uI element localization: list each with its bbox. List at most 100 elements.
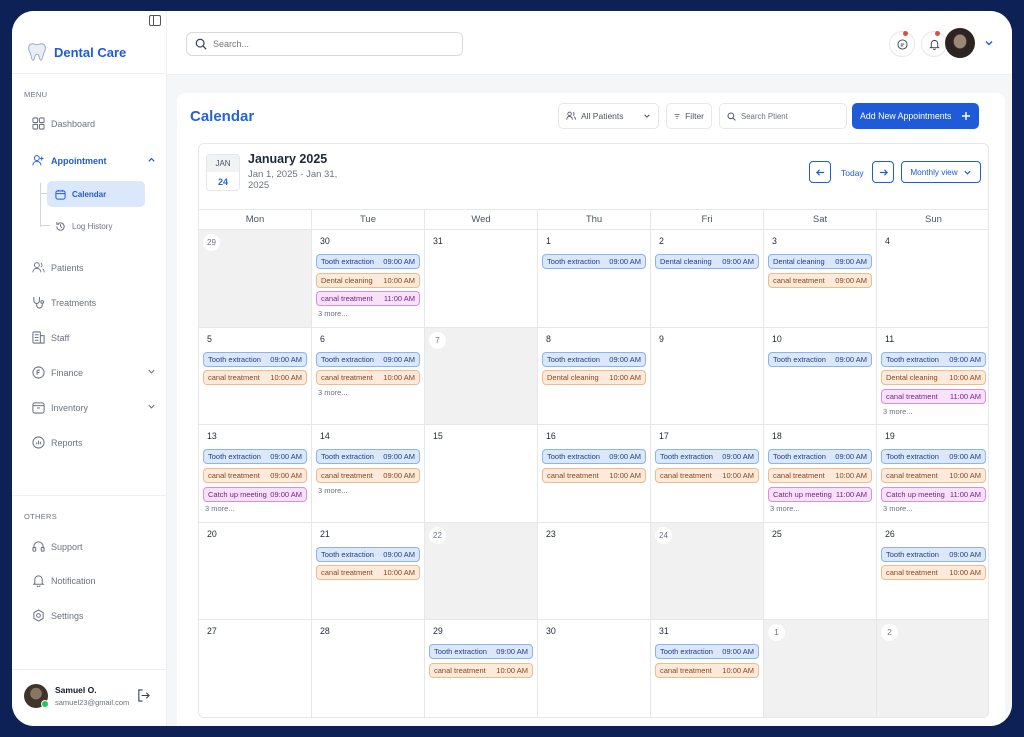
day-cell[interactable]: 1 bbox=[764, 620, 877, 717]
appointment-event[interactable]: canal treatment 10:00 AM bbox=[542, 467, 646, 483]
sidebar-item-reports[interactable]: Reports bbox=[32, 436, 152, 449]
appointment-event[interactable]: canal treatment 09:00 AM bbox=[316, 467, 420, 483]
day-cell[interactable]: 16 Tooth extraction 09:00 AM canal treatmen… bbox=[538, 425, 651, 522]
appointment-event[interactable]: Tooth extraction 09:00 AM bbox=[768, 351, 872, 367]
day-cell[interactable]: 15 bbox=[425, 425, 538, 522]
chevron-down-icon[interactable] bbox=[984, 38, 994, 48]
more-events-link[interactable]: 3 more... bbox=[316, 388, 420, 397]
day-cell[interactable]: 30 Tooth extraction 09:00 AM Dental cleanin… bbox=[312, 230, 425, 327]
day-cell[interactable]: 31 Tooth extraction 09:00 AM canal treatmen… bbox=[651, 620, 764, 717]
day-cell[interactable]: 1 Tooth extraction 09:00 AM bbox=[538, 230, 651, 327]
appointment-event[interactable]: Tooth extraction 09:00 AM bbox=[881, 449, 986, 465]
messages-button[interactable] bbox=[889, 31, 915, 57]
appointment-event[interactable]: Tooth extraction 09:00 AM bbox=[316, 546, 420, 562]
appointment-event[interactable]: Dental cleaning 09:00 AM bbox=[655, 254, 759, 269]
appointment-event[interactable]: canal treatment 10:00 AM bbox=[881, 467, 986, 483]
appointment-event[interactable]: canal treatment 10:00 AM bbox=[203, 370, 307, 386]
sidebar-subitem-calendar[interactable]: Calendar bbox=[47, 181, 145, 207]
sidebar-item-inventory[interactable]: Inventory bbox=[32, 401, 155, 414]
day-cell[interactable]: 27 bbox=[199, 620, 312, 717]
day-cell[interactable]: 30 bbox=[538, 620, 651, 717]
appointment-event[interactable]: Tooth extraction 09:00 AM bbox=[203, 351, 307, 367]
sidebar-item-dashboard[interactable]: Dashboard bbox=[32, 117, 152, 130]
user-profile[interactable]: Samuel O. samuel23@gmail.com bbox=[24, 684, 129, 708]
appointment-event[interactable]: canal treatment 10:00 AM bbox=[655, 663, 759, 679]
patient-search[interactable]: Search Ptient bbox=[719, 103, 847, 129]
appointment-event[interactable]: canal treatment 10:00 AM bbox=[316, 370, 420, 386]
sidebar-item-treatments[interactable]: Treatments bbox=[32, 296, 152, 309]
sidebar-item-support[interactable]: Support bbox=[32, 540, 152, 553]
day-cell[interactable]: 17 Tooth extraction 09:00 AM canal treatmen… bbox=[651, 425, 764, 522]
day-cell[interactable]: 2 bbox=[877, 620, 988, 717]
day-cell[interactable]: 11 Tooth extraction 09:00 AM Dental cleanin… bbox=[877, 328, 988, 425]
prev-month-button[interactable] bbox=[809, 161, 831, 183]
appointment-event[interactable]: Tooth extraction 09:00 AM bbox=[881, 546, 986, 562]
appointment-event[interactable]: Catch up meeting 11:00 AM bbox=[881, 486, 986, 502]
day-cell[interactable]: 9 bbox=[651, 327, 764, 425]
appointment-event[interactable]: Dental cleaning 09:00 AM bbox=[768, 254, 872, 269]
day-cell[interactable]: 22 bbox=[425, 522, 538, 620]
appointment-event[interactable]: Tooth extraction 09:00 AM bbox=[429, 644, 533, 660]
appointment-event[interactable]: canal treatment 10:00 AM bbox=[429, 663, 533, 679]
add-appointment-button[interactable]: Add New Appointments bbox=[852, 103, 979, 129]
day-cell[interactable]: 21 Tooth extraction 09:00 AM canal treatmen… bbox=[312, 522, 425, 620]
view-select[interactable]: Monthly view bbox=[901, 161, 981, 183]
appointment-event[interactable]: Tooth extraction 09:00 AM bbox=[316, 351, 420, 367]
appointment-event[interactable]: Tooth extraction 09:00 AM bbox=[655, 449, 759, 465]
day-cell[interactable]: 7 bbox=[425, 327, 538, 425]
global-search[interactable] bbox=[186, 32, 463, 56]
appointment-event[interactable]: Dental cleaning 10:00 AM bbox=[542, 370, 646, 386]
appointment-event[interactable]: Tooth extraction 09:00 AM bbox=[881, 351, 986, 367]
sidebar-item-patients[interactable]: Patients bbox=[32, 261, 152, 274]
patient-search-input[interactable]: Search Ptient bbox=[741, 112, 788, 121]
sidebar-item-finance[interactable]: Finance bbox=[32, 366, 155, 379]
day-cell[interactable]: 20 bbox=[199, 522, 312, 620]
day-cell[interactable]: 2 Dental cleaning 09:00 AM bbox=[651, 230, 764, 327]
sidebar-subitem-log-history[interactable]: Log History bbox=[47, 213, 145, 239]
appointment-event[interactable]: Dental cleaning 10:00 AM bbox=[316, 272, 420, 288]
day-cell[interactable]: 10 Tooth extraction 09:00 AM bbox=[764, 327, 877, 425]
day-cell[interactable]: 3 Dental cleaning 09:00 AM canal treatment 0… bbox=[764, 230, 877, 327]
today-button[interactable]: Today bbox=[841, 168, 864, 178]
day-cell[interactable]: 5 Tooth extraction 09:00 AM canal treatment… bbox=[199, 327, 312, 425]
appointment-event[interactable]: Tooth extraction 09:00 AM bbox=[316, 254, 420, 269]
day-cell[interactable]: 29 Tooth extraction 09:00 AM canal treatmen… bbox=[425, 620, 538, 717]
chevron-up-icon[interactable] bbox=[147, 155, 156, 164]
day-cell[interactable]: 14 Tooth extraction 09:00 AM canal treatmen… bbox=[312, 425, 425, 522]
appointment-event[interactable]: canal treatment 09:00 AM bbox=[203, 467, 307, 483]
logout-icon[interactable] bbox=[137, 689, 150, 702]
more-events-link[interactable]: 3 more... bbox=[768, 504, 872, 513]
day-cell[interactable]: 31 bbox=[425, 230, 538, 327]
sidebar-item-appointment[interactable]: Appointment bbox=[32, 154, 155, 167]
appointment-event[interactable]: canal treatment 10:00 AM bbox=[655, 467, 759, 483]
brand-logo[interactable]: Dental Care bbox=[26, 41, 126, 63]
appointment-event[interactable]: Catch up meeting 11:00 AM bbox=[768, 486, 872, 502]
day-cell[interactable]: 8 Tooth extraction 09:00 AM Dental cleaning… bbox=[538, 327, 651, 425]
appointment-event[interactable]: canal treatment 10:00 AM bbox=[881, 565, 986, 581]
appointment-event[interactable]: canal treatment 11:00 AM bbox=[316, 291, 420, 307]
chevron-down-icon[interactable] bbox=[147, 402, 156, 411]
patients-dropdown[interactable]: All Patients bbox=[558, 103, 659, 129]
avatar[interactable] bbox=[945, 28, 975, 58]
sidebar-item-staff[interactable]: Staff bbox=[32, 331, 152, 344]
appointment-event[interactable]: Tooth extraction 09:00 AM bbox=[768, 449, 872, 465]
day-cell[interactable]: 23 bbox=[538, 522, 651, 620]
day-cell[interactable]: 25 bbox=[764, 522, 877, 620]
chevron-down-icon[interactable] bbox=[147, 367, 156, 376]
sidebar-item-notification[interactable]: Notification bbox=[32, 574, 152, 587]
day-cell[interactable]: 13 Tooth extraction 09:00 AM canal treatmen… bbox=[199, 425, 312, 522]
day-cell[interactable]: 28 bbox=[312, 620, 425, 717]
appointment-event[interactable]: Tooth extraction 09:00 AM bbox=[542, 254, 646, 269]
appointment-event[interactable]: Tooth extraction 09:00 AM bbox=[655, 644, 759, 660]
day-cell[interactable]: 18 Tooth extraction 09:00 AM canal treatmen… bbox=[764, 425, 877, 522]
more-events-link[interactable]: 3 more... bbox=[316, 486, 420, 495]
more-events-link[interactable]: 3 more... bbox=[881, 504, 986, 513]
sidebar-item-settings[interactable]: Settings bbox=[32, 609, 152, 622]
appointment-event[interactable]: Catch up meeting 09:00 AM bbox=[203, 486, 307, 502]
day-cell[interactable]: 29 bbox=[199, 230, 312, 327]
day-cell[interactable]: 26 Tooth extraction 09:00 AM canal treatmen… bbox=[877, 523, 988, 620]
search-input[interactable] bbox=[213, 39, 453, 49]
sidebar-collapse-icon[interactable] bbox=[149, 15, 161, 26]
appointment-event[interactable]: Dental cleaning 10:00 AM bbox=[881, 370, 986, 386]
more-events-link[interactable]: 3 more... bbox=[316, 309, 420, 318]
